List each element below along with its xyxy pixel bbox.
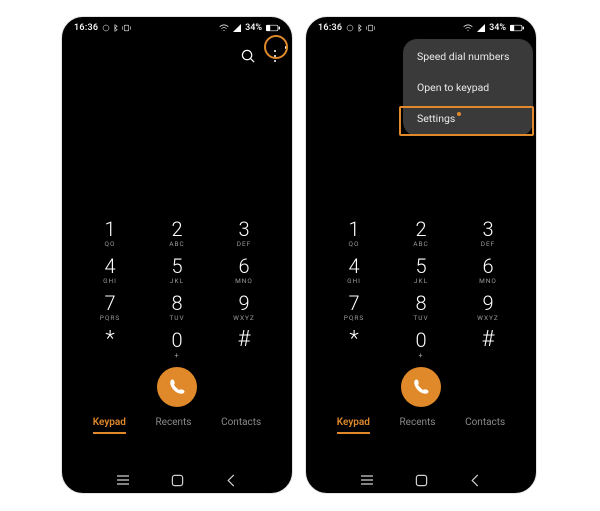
- key-9[interactable]: 9WXYZ: [462, 293, 514, 322]
- menu-speed-dial[interactable]: Speed dial numbers: [403, 41, 533, 72]
- nav-home-button[interactable]: [413, 473, 429, 487]
- highlight-more-button: [264, 35, 288, 59]
- key-0[interactable]: 0+: [151, 330, 203, 359]
- key-6[interactable]: 6MNO: [218, 256, 270, 285]
- dial-keypad: 1QO 2ABC 3DEF 4GHI 5JKL 6MNO 7PQRS 8TUV …: [306, 219, 536, 359]
- phone-icon: [168, 378, 186, 396]
- status-time: 16:36: [74, 23, 98, 33]
- nav-recents-button[interactable]: [359, 473, 375, 487]
- tab-recents[interactable]: Recents: [156, 417, 192, 434]
- navigation-bar: [306, 473, 536, 487]
- navigation-bar: [62, 473, 292, 487]
- key-4[interactable]: 4GHI: [328, 256, 380, 285]
- wifi-icon: [463, 24, 473, 32]
- battery-icon: [510, 24, 524, 32]
- key-6[interactable]: 6MNO: [462, 256, 514, 285]
- vibrate-icon: [122, 24, 131, 32]
- signal-icon: [233, 24, 241, 32]
- bottom-tabs: Keypad Recents Contacts: [62, 417, 292, 434]
- key-hash[interactable]: #: [218, 330, 270, 359]
- status-battery: 34%: [245, 23, 262, 33]
- tab-keypad[interactable]: Keypad: [337, 417, 370, 434]
- phone-right: 16:36 34% Speed dial numbers Open to key…: [305, 16, 537, 494]
- key-9[interactable]: 9WXYZ: [218, 293, 270, 322]
- key-3[interactable]: 3DEF: [462, 219, 514, 248]
- status-battery: 34%: [489, 23, 506, 33]
- search-icon[interactable]: [241, 49, 256, 64]
- phone-left: 16:36 34%: [61, 16, 293, 494]
- nav-back-button[interactable]: [223, 473, 239, 487]
- nav-recents-button[interactable]: [115, 473, 131, 487]
- key-5[interactable]: 5JKL: [151, 256, 203, 285]
- tab-recents[interactable]: Recents: [400, 417, 436, 434]
- key-hash[interactable]: #: [462, 330, 514, 359]
- bt-icon: [113, 24, 119, 32]
- key-4[interactable]: 4GHI: [84, 256, 136, 285]
- bt-icon: [357, 24, 363, 32]
- whatsapp-icon: [346, 24, 354, 32]
- bottom-tabs: Keypad Recents Contacts: [306, 417, 536, 434]
- status-left-icons: [102, 24, 131, 32]
- key-star[interactable]: *: [84, 330, 136, 359]
- key-7[interactable]: 7PQRS: [328, 293, 380, 322]
- call-button[interactable]: [157, 367, 197, 407]
- key-3[interactable]: 3DEF: [218, 219, 270, 248]
- tab-keypad[interactable]: Keypad: [93, 417, 126, 434]
- tab-contacts[interactable]: Contacts: [465, 417, 505, 434]
- key-2[interactable]: 2ABC: [395, 219, 447, 248]
- status-bar: 16:36 34%: [306, 17, 536, 39]
- status-time: 16:36: [318, 23, 342, 33]
- dial-keypad: 1QO 2ABC 3DEF 4GHI 5JKL 6MNO 7PQRS 8TUV …: [62, 219, 292, 359]
- key-5[interactable]: 5JKL: [395, 256, 447, 285]
- signal-icon: [477, 24, 485, 32]
- key-8[interactable]: 8TUV: [395, 293, 447, 322]
- whatsapp-icon: [102, 24, 110, 32]
- key-8[interactable]: 8TUV: [151, 293, 203, 322]
- key-0[interactable]: 0+: [395, 330, 447, 359]
- wifi-icon: [219, 24, 229, 32]
- key-7[interactable]: 7PQRS: [84, 293, 136, 322]
- call-button[interactable]: [401, 367, 441, 407]
- app-header: [62, 39, 292, 73]
- key-2[interactable]: 2ABC: [151, 219, 203, 248]
- key-1[interactable]: 1QO: [84, 219, 136, 248]
- battery-icon: [266, 24, 280, 32]
- menu-open-to-keypad[interactable]: Open to keypad: [403, 72, 533, 103]
- status-left-icons: [346, 24, 375, 32]
- nav-home-button[interactable]: [169, 473, 185, 487]
- key-1[interactable]: 1QO: [328, 219, 380, 248]
- status-bar: 16:36 34%: [62, 17, 292, 39]
- overflow-menu: Speed dial numbers Open to keypad Settin…: [403, 39, 533, 136]
- key-star[interactable]: *: [328, 330, 380, 359]
- vibrate-icon: [366, 24, 375, 32]
- highlight-settings: [399, 106, 534, 136]
- tab-contacts[interactable]: Contacts: [221, 417, 261, 434]
- phone-icon: [412, 378, 430, 396]
- nav-back-button[interactable]: [467, 473, 483, 487]
